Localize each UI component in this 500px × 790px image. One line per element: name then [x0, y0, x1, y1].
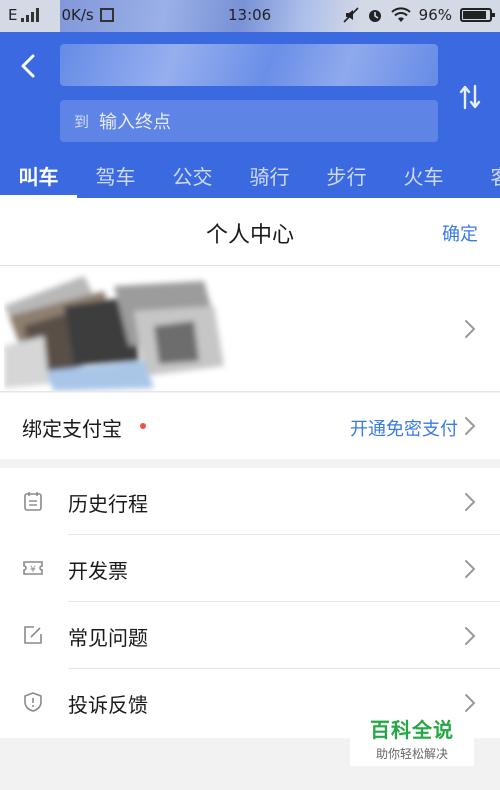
chevron-right-icon: [465, 694, 476, 712]
wifi-icon: [390, 7, 411, 22]
tab-walk[interactable]: 步行: [308, 158, 385, 198]
confirm-button[interactable]: 确定: [442, 220, 478, 246]
network-type: E: [8, 6, 18, 24]
start-location-field[interactable]: [60, 44, 438, 86]
menu-list: 历史行程 ¥ 开发票 常见问题 投诉反馈: [0, 468, 500, 738]
calendar-icon: [24, 492, 42, 511]
tab-coach[interactable]: 客: [462, 158, 500, 198]
mute-icon: [343, 7, 359, 23]
screenshot-icon: [99, 8, 114, 22]
chevron-right-icon: [465, 560, 476, 578]
redacted-profile-image: [4, 276, 224, 391]
chevron-right-icon: [465, 493, 476, 511]
enable-password-free-pay-link[interactable]: 开通免密支付: [350, 415, 458, 441]
menu-item-label: 常见问题: [68, 626, 148, 650]
panel-titlebar: 个人中心 确定: [0, 198, 500, 266]
signal-icon: [21, 8, 40, 22]
chevron-right-icon: [465, 320, 476, 338]
watermark-subtitle: 助你轻松解决: [375, 747, 448, 761]
menu-item-label: 历史行程: [68, 492, 148, 516]
profile-row[interactable]: [0, 266, 500, 392]
menu-item-invoice[interactable]: ¥ 开发票: [0, 535, 500, 602]
svg-text:¥: ¥: [30, 565, 36, 575]
status-left: E 0K/s: [8, 6, 114, 24]
destination-field[interactable]: 到 输入终点: [60, 100, 438, 142]
page-title: 个人中心: [205, 223, 294, 248]
personal-center-panel: 个人中心 确定 绑定支付宝 开通免密支付 历史行程 ¥ 开发票 常见问题 投诉反…: [0, 198, 500, 790]
chevron-right-icon: [465, 627, 476, 645]
tab-bus[interactable]: 公交: [154, 158, 231, 198]
invoice-icon: ¥: [23, 561, 43, 575]
clock: 13:06: [228, 6, 272, 24]
notification-dot: [140, 423, 146, 429]
battery-percent: 96%: [418, 6, 452, 24]
tab-drive[interactable]: 驾车: [77, 158, 154, 198]
menu-item-trip-history[interactable]: 历史行程: [0, 468, 500, 535]
destination-placeholder: 输入终点: [99, 112, 172, 133]
watermark-title: 百科全说: [370, 718, 454, 742]
shield-icon: [24, 692, 42, 712]
edit-icon: [24, 626, 42, 644]
bind-alipay-label: 绑定支付宝: [22, 417, 122, 441]
battery-icon: [460, 8, 495, 22]
bind-alipay-row[interactable]: 绑定支付宝 开通免密支付: [0, 393, 500, 459]
network-speed: 0K/s: [61, 6, 94, 24]
watermark-logo: 百科全说 助你轻松解决: [350, 712, 474, 766]
menu-item-faq[interactable]: 常见问题: [0, 602, 500, 669]
alarm-icon: [368, 10, 381, 22]
route-header: 到 输入终点 叫车 驾车 公交 骑行 步行 火车 客: [0, 32, 500, 198]
tab-train[interactable]: 火车: [385, 158, 462, 198]
status-right: 96%: [343, 6, 495, 24]
transport-tabs: 叫车 驾车 公交 骑行 步行 火车 客: [0, 158, 500, 198]
menu-item-label: 投诉反馈: [68, 693, 148, 717]
chevron-right-icon: [465, 417, 476, 435]
tab-bike[interactable]: 骑行: [231, 158, 308, 198]
back-arrow-icon[interactable]: [16, 52, 40, 80]
swap-icon[interactable]: [458, 82, 482, 112]
status-bar: E 0K/s 13:06 96%: [0, 0, 500, 32]
menu-item-label: 开发票: [68, 559, 128, 583]
destination-prefix: 到: [74, 112, 90, 131]
tab-taxi[interactable]: 叫车: [0, 158, 77, 198]
